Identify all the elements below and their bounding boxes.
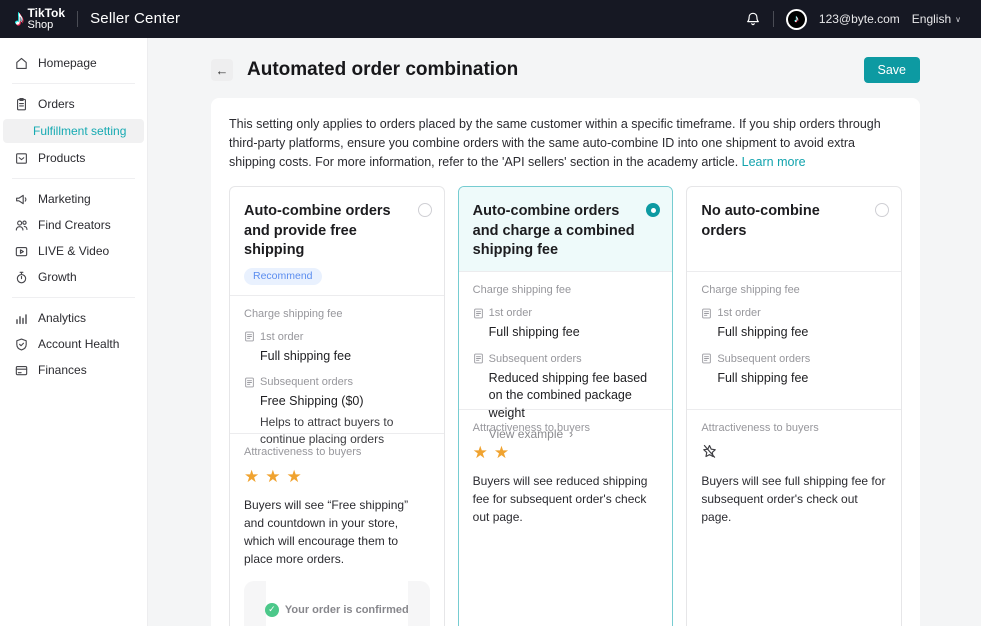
card-head: Auto-combine orders and charge a combine… xyxy=(459,187,673,272)
document-icon xyxy=(473,353,484,364)
product-name: Seller Center xyxy=(90,10,180,27)
sidebar-item-account-health[interactable]: Account Health xyxy=(0,331,147,357)
card-title: Auto-combine orders and charge a combine… xyxy=(473,202,639,261)
star-rating: ★★★ xyxy=(244,467,430,487)
account-avatar[interactable]: ♪ xyxy=(786,9,807,30)
option-card-combined-fee[interactable]: Auto-combine orders and charge a combine… xyxy=(458,186,674,626)
sidebar-divider xyxy=(12,178,135,179)
attractiveness-section: Attractiveness to buyers Buyers will see… xyxy=(687,410,901,538)
bar-chart-icon xyxy=(14,311,29,326)
tiktok-note-icon: ♪ xyxy=(14,8,25,29)
learn-more-link[interactable]: Learn more xyxy=(742,155,806,169)
people-icon xyxy=(14,218,29,233)
megaphone-icon xyxy=(14,192,29,207)
document-icon xyxy=(244,377,255,388)
orders-icon xyxy=(14,97,29,112)
sidebar-item-orders[interactable]: Orders xyxy=(0,91,147,117)
page-header: ← Automated order combination Save xyxy=(211,57,920,83)
sidebar-item-marketing[interactable]: Marketing xyxy=(0,186,147,212)
tiktok-shop-logo[interactable]: ♪ TikTok Shop xyxy=(14,7,65,30)
top-navbar: ♪ TikTok Shop Seller Center ♪ 123@byte.c… xyxy=(0,0,981,38)
radio-button[interactable] xyxy=(875,203,889,217)
language-selector[interactable]: English ∨ xyxy=(912,12,961,26)
charge-section: Charge shipping fee 1st order Full shipp… xyxy=(230,296,444,434)
wallet-icon xyxy=(14,363,29,378)
card-head: Auto-combine orders and provide free shi… xyxy=(230,187,444,296)
radio-button[interactable] xyxy=(418,203,432,217)
option-cards: Auto-combine orders and provide free shi… xyxy=(229,186,902,626)
attractiveness-section: Attractiveness to buyers ★★ Buyers will … xyxy=(459,410,673,538)
sidebar-item-growth[interactable]: Growth xyxy=(0,264,147,290)
products-icon xyxy=(14,151,29,166)
settings-panel: This setting only applies to orders plac… xyxy=(211,98,920,626)
document-icon xyxy=(701,308,712,319)
sidebar-item-analytics[interactable]: Analytics xyxy=(0,305,147,331)
brand-line2: Shop xyxy=(28,20,66,31)
chevron-down-icon: ∨ xyxy=(955,15,961,24)
back-button[interactable]: ← xyxy=(211,59,233,81)
recommend-badge: Recommend xyxy=(244,268,322,285)
attractiveness-section: Attractiveness to buyers ★★★ Buyers will… xyxy=(230,434,444,626)
save-button[interactable]: Save xyxy=(864,57,921,83)
sidebar-item-finances[interactable]: Finances xyxy=(0,357,147,383)
main-content: ← Automated order combination Save This … xyxy=(148,38,981,626)
home-icon xyxy=(14,56,29,71)
language-label: English xyxy=(912,12,951,26)
subsequent-orders-row: Subsequent orders xyxy=(701,353,887,365)
no-star-icon xyxy=(701,443,887,463)
radio-button-selected[interactable] xyxy=(646,203,660,217)
card-title: Auto-combine orders and provide free shi… xyxy=(244,202,410,261)
shield-icon xyxy=(14,337,29,352)
card-title: No auto-combine orders xyxy=(701,202,867,241)
video-icon xyxy=(14,244,29,259)
document-icon xyxy=(473,308,484,319)
sidebar-item-products[interactable]: Products xyxy=(0,145,147,171)
notification-bell-icon[interactable] xyxy=(745,11,761,27)
intro-text: This setting only applies to orders plac… xyxy=(229,115,902,171)
sidebar-item-live-video[interactable]: LIVE & Video xyxy=(0,238,147,264)
first-order-row: 1st order xyxy=(473,307,659,319)
first-order-row: 1st order xyxy=(701,307,887,319)
first-order-row: 1st order xyxy=(244,331,430,343)
option-card-no-combine[interactable]: No auto-combine orders Charge shipping f… xyxy=(686,186,902,626)
subsequent-orders-row: Subsequent orders xyxy=(244,376,430,388)
sidebar: Homepage Orders Fulfillment setting Prod… xyxy=(0,38,148,626)
navbar-divider xyxy=(773,11,774,27)
sidebar-divider xyxy=(12,297,135,298)
document-icon xyxy=(701,353,712,364)
subsequent-orders-row: Subsequent orders xyxy=(473,353,659,365)
star-rating: ★★ xyxy=(473,443,659,463)
account-email[interactable]: 123@byte.com xyxy=(819,12,900,26)
option-card-free-shipping[interactable]: Auto-combine orders and provide free shi… xyxy=(229,186,445,626)
brand-line1: TikTok xyxy=(28,7,66,19)
check-icon: ✓ xyxy=(265,603,279,617)
charge-section: Charge shipping fee 1st order Full shipp… xyxy=(459,272,673,410)
sidebar-item-homepage[interactable]: Homepage xyxy=(0,50,147,76)
card-head: No auto-combine orders xyxy=(687,187,901,272)
charge-section: Charge shipping fee 1st order Full shipp… xyxy=(687,272,901,410)
stopwatch-icon xyxy=(14,270,29,285)
document-icon xyxy=(244,331,255,342)
page-title: Automated order combination xyxy=(247,59,864,81)
order-confirmation-preview: ✓ Your order is confirmed Free Shipping … xyxy=(244,581,430,626)
sidebar-item-find-creators[interactable]: Find Creators xyxy=(0,212,147,238)
sidebar-item-fulfillment-setting[interactable]: Fulfillment setting xyxy=(3,119,144,143)
navbar-divider xyxy=(77,11,78,27)
avatar-tiktok-note-icon: ♪ xyxy=(788,11,805,28)
sidebar-divider xyxy=(12,83,135,84)
